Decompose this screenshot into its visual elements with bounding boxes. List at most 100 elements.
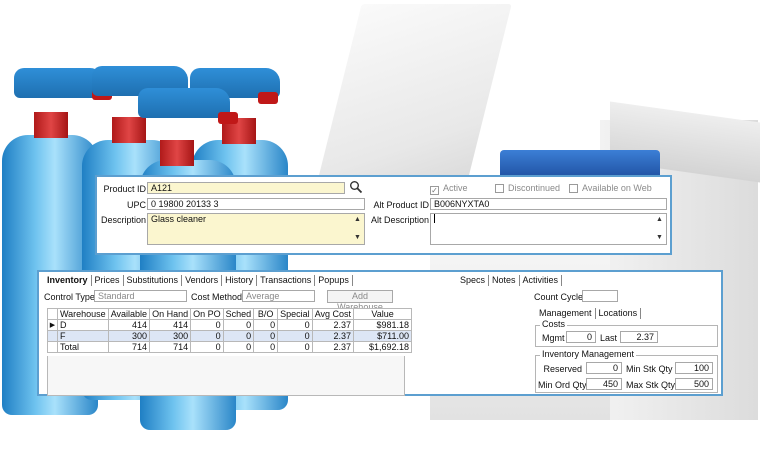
cell-sched: 0 [222,341,255,353]
available-on-web-checkbox[interactable]: Available on Web [569,183,652,193]
tab-notes[interactable]: Notes [489,275,520,286]
inventory-management-group: Inventory Management Reserved 0 Min Stk … [535,349,718,393]
cell-value: $711.00 [353,330,413,342]
cost-method-field[interactable]: Average [242,290,315,302]
row-selector-header [47,308,58,320]
table-row[interactable]: F 300 300 0 0 0 0 2.37 $711.00 [47,330,413,342]
side-tab-bar: Management Locations [536,308,642,319]
tab-popups[interactable]: Popups [315,275,353,286]
discontinued-checkbox[interactable]: Discontinued [495,183,560,193]
column-header-on-po[interactable]: On PO [190,308,224,320]
column-header-b-o[interactable]: B/O [253,308,279,320]
column-header-available[interactable]: Available [107,308,151,320]
product-id-label: Product ID [103,184,146,194]
alt-product-id-label: Alt Product ID [373,200,429,210]
scroll-down-icon[interactable]: ▼ [656,233,664,243]
cell-on-po: 0 [190,330,224,342]
tab-substitutions[interactable]: Substitutions [124,275,183,286]
scroll-up-icon[interactable]: ▲ [656,215,664,225]
row-selector[interactable] [47,330,58,342]
cell-avg-cost: 2.37 [311,330,355,342]
cell-sched: 0 [222,330,255,342]
cell-avg-cost: 2.37 [311,341,355,353]
max-stk-qty-field[interactable]: 500 [675,378,713,390]
spray-trigger [14,68,104,98]
description-label: Description [100,215,146,225]
tab-specs[interactable]: Specs [457,275,490,286]
column-header-on-hand[interactable]: On Hand [149,308,192,320]
discontinued-label: Discontinued [508,183,561,193]
inventory-panel: Inventory Prices Substitutions Vendors Histo… [37,270,723,396]
tab-history[interactable]: History [222,275,258,286]
add-warehouse-button[interactable]: Add Warehouse [327,290,393,312]
bottle-cap [160,140,194,166]
cell-on-hand: 714 [149,341,192,353]
cell-avg-cost: 2.37 [311,319,355,331]
bottle-cap [112,117,146,143]
tab-transactions[interactable]: Transactions [257,275,316,286]
row-selector[interactable] [47,341,58,353]
costs-title: Costs [540,319,568,329]
upc-field[interactable]: 0 19800 20133 3 [147,198,365,210]
cell-on-po: 0 [190,341,224,353]
scroll-up-icon[interactable]: ▲ [354,215,362,225]
spray-nozzle [218,112,238,124]
available-on-web-label: Available on Web [582,183,652,193]
current-row-arrow-icon[interactable]: ▶ [47,319,58,331]
active-checkbox[interactable]: ✓ Active [430,183,468,195]
cell-b-o: 0 [253,330,279,342]
count-cycle-label: Count Cycle [534,292,584,302]
cell-value: $1,692.18 [353,341,413,353]
column-header-value[interactable]: Value [353,308,413,320]
control-type-label: Control Type [44,292,95,302]
inventory-grid: Warehouse Available On Hand On PO Sched B/O Sp… [47,308,413,353]
cell-on-po: 0 [190,319,224,331]
scroll-down-icon[interactable]: ▼ [354,233,362,243]
alt-description-field[interactable]: ▲ ▼ [430,213,667,245]
description-text: Glass cleaner [151,214,207,224]
mgmt-cost-field[interactable]: 0 [566,331,596,343]
cell-special: 0 [277,319,313,331]
table-row[interactable]: Total 714 714 0 0 0 0 2.37 $1,692.18 [47,341,413,353]
reserved-field[interactable]: 0 [586,362,622,374]
costs-group: Costs Mgmt 0 Last 2.37 [535,319,718,347]
tab-activities[interactable]: Activities [520,275,563,286]
max-stk-qty-label: Max Stk Qty [626,380,676,390]
cell-b-o: 0 [253,341,279,353]
table-row[interactable]: ▶ D 414 414 0 0 0 0 2.37 $981.18 [47,319,413,331]
cell-on-hand: 414 [149,319,192,331]
count-cycle-field[interactable] [582,290,618,302]
tab-inventory[interactable]: Inventory [44,275,92,286]
tab-bar-right: Specs Notes Activities [457,275,563,286]
last-label: Last [600,333,618,343]
last-cost-field[interactable]: 2.37 [620,331,658,343]
cell-b-o: 0 [253,319,279,331]
min-stk-qty-field[interactable]: 100 [675,362,713,374]
description-scroll[interactable]: ▲ ▼ [354,215,362,243]
cell-sched: 0 [222,319,255,331]
column-header-special[interactable]: Special [277,308,313,320]
description-field[interactable]: Glass cleaner ▲ ▼ [147,213,365,245]
min-ord-qty-field[interactable]: 450 [586,378,622,390]
alt-description-scroll[interactable]: ▲ ▼ [656,215,664,243]
tab-vendors[interactable]: Vendors [182,275,223,286]
min-ord-qty-label: Min Ord Qty [538,380,587,390]
upc-label: UPC [126,200,146,210]
control-type-field[interactable]: Standard [94,290,187,302]
box-lid [314,4,512,194]
column-header-avg-cost[interactable]: Avg Cost [311,308,355,320]
tab-locations[interactable]: Locations [596,308,642,319]
alt-product-id-field[interactable]: B006NYXTA0 [430,198,667,210]
product-id-field[interactable]: A121 [147,182,345,194]
cell-on-hand: 300 [149,330,192,342]
tab-management[interactable]: Management [536,308,596,319]
tab-prices[interactable]: Prices [92,275,124,286]
search-icon[interactable] [349,180,363,194]
column-header-warehouse[interactable]: Warehouse [57,308,109,320]
cell-special: 0 [277,330,313,342]
column-header-sched[interactable]: Sched [222,308,255,320]
inventory-management-title: Inventory Management [540,349,637,359]
product-header-panel: Product ID A121 UPC 0 19800 20133 3 Desc… [95,175,672,255]
cell-available: 714 [107,341,151,353]
spray-trigger [138,88,230,118]
